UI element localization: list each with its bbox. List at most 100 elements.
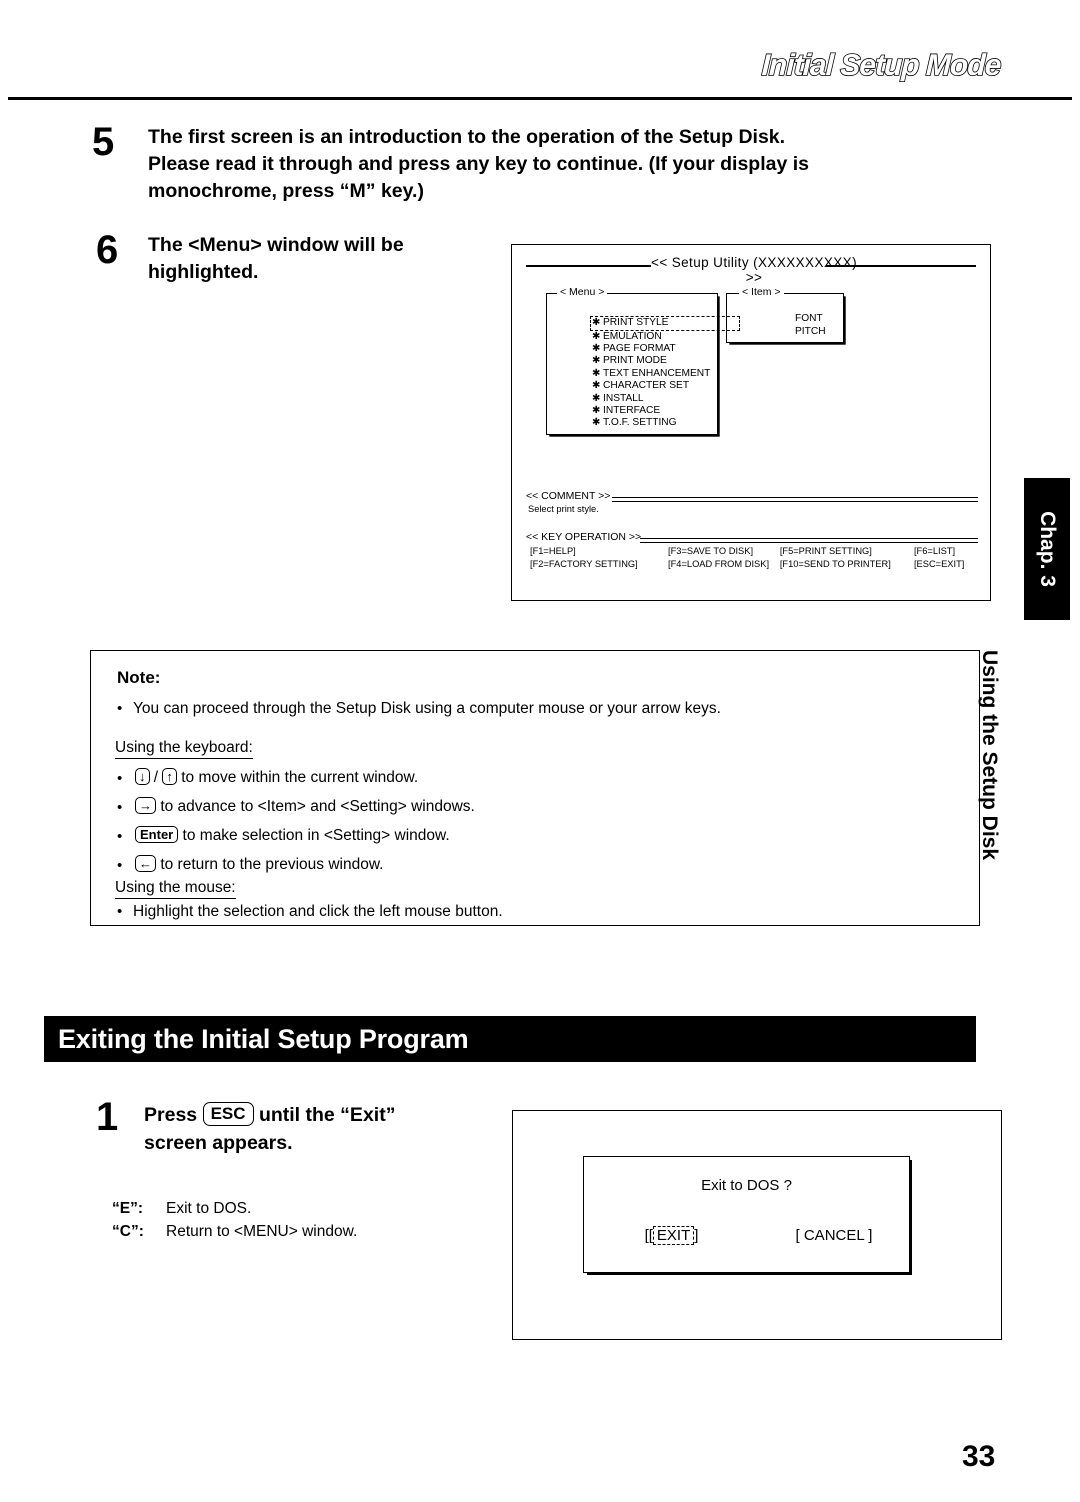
menu-window[interactable]: < Menu > ✱ PRINT STYLE ✱ EMULATION ✱ PAGE F… xyxy=(546,286,740,435)
item-window[interactable]: < Item > FONT PITCH xyxy=(726,286,844,343)
menu-list-item[interactable]: ✱ PAGE FORMAT xyxy=(592,343,754,355)
key-operation-cell: [F3=SAVE TO DISK] xyxy=(668,546,754,556)
menu-item-list: ✱ PRINT STYLE ✱ EMULATION ✱ PAGE FORMAT ✱ PR… xyxy=(552,316,754,430)
key-operation-cell: [F10=SEND TO PRINTER] xyxy=(779,558,891,569)
exit-dialog-title: Exit to DOS ? xyxy=(701,1177,792,1194)
setup-utility-screen-illustration: << Setup Utility (XXXXXXXXXX) >> < Menu … xyxy=(511,244,991,601)
item-list-item[interactable]: PITCH xyxy=(795,326,826,338)
chapter-tab-label: Chap. 3 xyxy=(1036,511,1059,587)
header-divider xyxy=(8,97,1072,100)
item-list-item[interactable]: FONT xyxy=(795,313,826,325)
mouse-item-text: Highlight the selection and click the le… xyxy=(133,903,503,920)
exit-step-line-2: screen appears. xyxy=(144,1132,293,1154)
menu-list-item[interactable]: ✱ CHARACTER SET xyxy=(592,380,754,392)
note-label: Note: xyxy=(117,668,161,687)
step-6-line-1: The <Menu> window will be xyxy=(148,234,404,256)
arrow-down-key-icon[interactable]: ↓ xyxy=(135,768,150,786)
esc-key-icon[interactable]: ESC xyxy=(202,1101,254,1126)
note-bullet-icon: • xyxy=(117,799,123,816)
side-section-title: Using the Setup Disk xyxy=(978,650,1001,861)
cancel-button[interactable]: [ CANCEL ] xyxy=(759,1227,909,1244)
key-operation-cell: [F2=FACTORY SETTING] xyxy=(530,558,638,569)
keyboard-item-left: ← to return to the previous window. xyxy=(135,855,383,875)
exit-step-post-text: until the “Exit” xyxy=(253,1104,396,1126)
key-operation-cell: [F1=HELP] xyxy=(530,546,576,556)
menu-window-label-text: < Menu > xyxy=(560,286,605,298)
note-intro-text: You can proceed through the Setup Disk u… xyxy=(133,700,721,717)
page-number: 33 xyxy=(962,1440,996,1473)
menu-list-item[interactable]: ✱ PRINT MODE xyxy=(592,355,754,367)
arrow-up-key-icon[interactable]: ↑ xyxy=(162,768,177,786)
title-rule-left xyxy=(526,265,651,267)
keyboard-item-text: to advance to <Item> and <Setting> windo… xyxy=(160,798,475,815)
menu-item-label: INSTALL xyxy=(603,392,644,404)
exit-step-line-1: Press ESC until the “Exit” xyxy=(144,1101,484,1129)
menu-bullet-icon: ✱ xyxy=(592,317,601,329)
key-operation-cell: [F4=LOAD FROM DISK] xyxy=(668,558,770,569)
menu-bullet-icon: ✱ xyxy=(592,343,601,354)
item-window-label-text: < Item > xyxy=(742,286,781,298)
chapter-tab: Chap. 3 xyxy=(1024,478,1070,620)
keyboard-section-heading: Using the keyboard: xyxy=(115,739,253,759)
keyboard-item-enter: Enter to make selection in <Setting> win… xyxy=(135,826,450,846)
step-6-text: The <Menu> window will be highlighted. xyxy=(148,232,488,286)
note-bullet-icon: • xyxy=(117,700,123,717)
note-bullet-icon: • xyxy=(117,828,123,845)
menu-item-label: INTERFACE xyxy=(603,405,661,417)
key-operation-cell: [ESC=EXIT] xyxy=(913,558,965,569)
section-banner-title: Exiting the Initial Setup Program xyxy=(58,1024,469,1054)
menu-list-item[interactable]: ✱ T.O.F. SETTING xyxy=(592,417,754,429)
exit-legend-key: “E”: xyxy=(112,1200,143,1217)
comment-rule xyxy=(612,497,978,502)
exit-dialog-box: Exit to DOS ? [[EXIT] [ CANCEL ] xyxy=(583,1156,910,1273)
page-header-title: Initial Setup Mode xyxy=(760,48,1001,83)
menu-item-selected-highlight[interactable]: ✱ PRINT STYLE xyxy=(590,316,740,331)
step-6-number: 6 xyxy=(96,228,119,272)
section-banner: Exiting the Initial Setup Program xyxy=(44,1016,976,1062)
menu-item-label: TEXT ENHANCEMENT xyxy=(603,367,711,379)
menu-list-item[interactable]: ✱ INTERFACE xyxy=(592,405,754,417)
note-bullet-icon: • xyxy=(117,857,123,874)
menu-bullet-icon: ✱ xyxy=(592,355,601,367)
note-box: Note: • You can proceed through the Setu… xyxy=(90,650,980,926)
arrow-right-key-icon[interactable]: → xyxy=(135,797,156,815)
item-window-label: < Item > xyxy=(730,286,784,298)
item-label-dash xyxy=(730,293,739,295)
step-5-line-3: monochrome, press “M” key.) xyxy=(148,180,424,202)
key-operation-row: [F2=FACTORY SETTING] [F4=LOAD FROM DISK]… xyxy=(530,558,982,571)
exit-button-bracket-right: ] xyxy=(694,1227,699,1244)
setup-utility-title: << Setup Utility (XXXXXXXXXX) >> xyxy=(651,255,857,285)
exit-legend-desc: Exit to DOS. xyxy=(166,1200,252,1217)
menu-bullet-icon: ✱ xyxy=(592,330,601,342)
exit-legend-desc: Return to <MENU> window. xyxy=(166,1223,358,1240)
keyboard-item-right: → to advance to <Item> and <Setting> win… xyxy=(135,797,475,817)
enter-key-icon[interactable]: Enter xyxy=(135,826,179,844)
step-5-number: 5 xyxy=(92,120,115,164)
exit-key-legend: “E”: Exit to DOS. “C”: Return to <MENU> wi… xyxy=(112,1197,357,1243)
exit-legend-row: “C”: Return to <MENU> window. xyxy=(112,1220,357,1243)
menu-list-item[interactable]: ✱ TEXT ENHANCEMENT xyxy=(592,368,754,380)
menu-item-label: PRINT STYLE xyxy=(603,317,669,329)
key-operation-cell: [F6=LIST] xyxy=(913,546,956,556)
menu-bullet-icon: ✱ xyxy=(592,380,601,392)
note-bullet-icon: • xyxy=(117,903,123,920)
menu-item-label: T.O.F. SETTING xyxy=(603,417,677,429)
key-operation-cell: [F5=PRINT SETTING] xyxy=(779,546,872,556)
menu-window-label: < Menu > xyxy=(549,286,608,298)
item-window-title-rule xyxy=(799,293,839,295)
arrow-left-key-icon[interactable]: ← xyxy=(135,855,156,873)
menu-item-label: EMULATION xyxy=(603,330,662,342)
exit-button-label: EXIT xyxy=(652,1226,695,1245)
exit-button[interactable]: [[EXIT] xyxy=(584,1226,759,1245)
keyboard-item-down-up: ↓ / ↑ to move within the current window. xyxy=(135,768,418,788)
menu-label-dash xyxy=(549,293,557,295)
menu-bullet-icon: ✱ xyxy=(592,392,601,404)
menu-list-item[interactable]: ✱ INSTALL xyxy=(592,393,754,405)
menu-item-label: PRINT MODE xyxy=(603,355,667,367)
comment-heading: << COMMENT >> xyxy=(526,490,611,502)
exit-step-text: Press ESC until the “Exit” screen appear… xyxy=(144,1101,484,1157)
note-bullet-icon: • xyxy=(117,770,123,787)
item-option-list: FONT PITCH xyxy=(755,313,826,338)
exit-screen-illustration: Exit to DOS ? [[EXIT] [ CANCEL ] xyxy=(512,1110,1002,1340)
keyboard-item-text: to move within the current window. xyxy=(181,769,419,786)
